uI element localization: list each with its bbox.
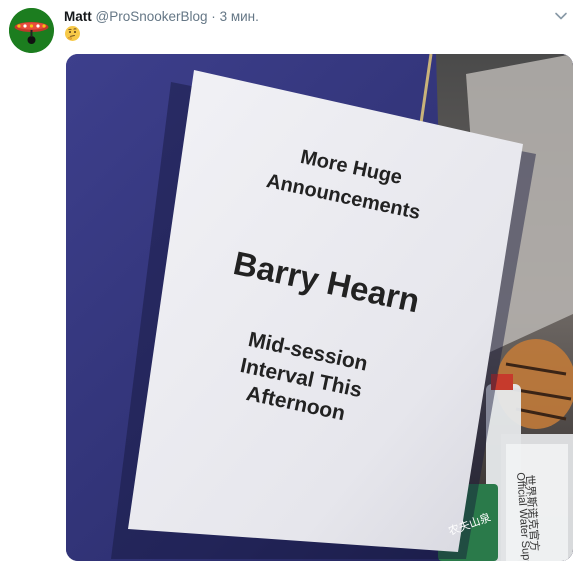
avatar[interactable] bbox=[9, 8, 54, 53]
tweet: Matt @ProSnookerBlog · 3 мин. More Huge … bbox=[0, 0, 579, 569]
tweet-header: Matt @ProSnookerBlog · 3 мин. bbox=[64, 8, 259, 26]
author-handle[interactable]: @ProSnookerBlog bbox=[96, 9, 208, 24]
timestamp[interactable]: 3 мин. bbox=[220, 9, 259, 24]
avatar-image bbox=[9, 8, 54, 53]
separator-dot: · bbox=[211, 9, 216, 24]
chevron-down-icon[interactable] bbox=[553, 8, 569, 24]
photo-scene bbox=[66, 54, 573, 561]
thinking-face-icon bbox=[64, 25, 81, 42]
tweet-photo[interactable]: More Huge Announcements Barry Hearn Mid-… bbox=[66, 54, 573, 561]
author-name[interactable]: Matt bbox=[64, 9, 92, 24]
